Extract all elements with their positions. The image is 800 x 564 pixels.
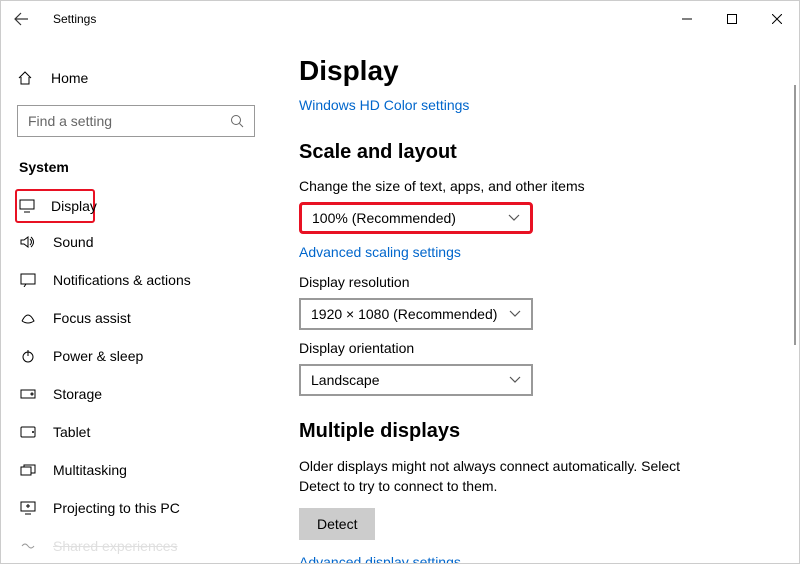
- sidebar-home-label: Home: [51, 70, 88, 86]
- scrollbar-thumb[interactable]: [794, 85, 796, 345]
- sidebar-item-label: Display: [51, 198, 97, 214]
- tablet-icon: [19, 423, 37, 441]
- size-value: 100% (Recommended): [312, 210, 456, 226]
- size-label: Change the size of text, apps, and other…: [299, 178, 771, 194]
- sidebar-item-multitasking[interactable]: Multitasking: [17, 451, 271, 489]
- scale-heading: Scale and layout: [299, 141, 771, 164]
- detect-button[interactable]: Detect: [299, 508, 375, 540]
- sidebar-item-label: Storage: [53, 386, 102, 402]
- search-placeholder: Find a setting: [28, 113, 112, 129]
- chevron-down-icon: [509, 310, 521, 318]
- hd-color-link[interactable]: Windows HD Color settings: [299, 97, 469, 113]
- sidebar-item-label: Projecting to this PC: [53, 500, 180, 516]
- sidebar-item-label: Notifications & actions: [53, 272, 191, 288]
- shared-icon: [19, 537, 37, 555]
- advanced-display-link[interactable]: Advanced display settings: [299, 554, 461, 563]
- sidebar-item-display[interactable]: Display: [15, 189, 95, 223]
- power-icon: [19, 347, 37, 365]
- sidebar-category: System: [17, 159, 271, 175]
- multiple-heading: Multiple displays: [299, 420, 771, 443]
- back-button[interactable]: [13, 11, 37, 27]
- resolution-value: 1920 × 1080 (Recommended): [311, 306, 497, 322]
- chevron-down-icon: [509, 376, 521, 384]
- sidebar: Home Find a setting System Display Sound: [1, 37, 271, 563]
- close-button[interactable]: [754, 4, 799, 34]
- search-input[interactable]: Find a setting: [17, 105, 255, 137]
- resolution-dropdown[interactable]: 1920 × 1080 (Recommended): [299, 298, 533, 330]
- sidebar-item-label: Focus assist: [53, 310, 131, 326]
- focus-icon: [19, 309, 37, 327]
- scrollbar[interactable]: [793, 85, 797, 559]
- sidebar-item-power[interactable]: Power & sleep: [17, 337, 271, 375]
- sidebar-item-label: Multitasking: [53, 462, 127, 478]
- orientation-label: Display orientation: [299, 340, 771, 356]
- sidebar-item-sound[interactable]: Sound: [17, 223, 271, 261]
- sidebar-item-label: Tablet: [53, 424, 90, 440]
- multitasking-icon: [19, 461, 37, 479]
- search-icon: [230, 114, 244, 128]
- sidebar-item-label: Shared experiences: [53, 538, 178, 554]
- sidebar-item-label: Power & sleep: [53, 348, 143, 364]
- orientation-value: Landscape: [311, 372, 380, 388]
- sidebar-item-shared[interactable]: Shared experiences: [17, 527, 271, 563]
- projecting-icon: [19, 499, 37, 517]
- page-title: Display: [299, 55, 771, 87]
- home-icon: [17, 70, 35, 86]
- sidebar-item-notifications[interactable]: Notifications & actions: [17, 261, 271, 299]
- storage-icon: [19, 385, 37, 403]
- notifications-icon: [19, 271, 37, 289]
- sidebar-home[interactable]: Home: [17, 59, 271, 97]
- size-dropdown[interactable]: 100% (Recommended): [299, 202, 533, 234]
- sound-icon: [19, 233, 37, 251]
- multiple-text: Older displays might not always connect …: [299, 457, 699, 496]
- minimize-button[interactable]: [664, 4, 709, 34]
- window-title: Settings: [53, 12, 96, 26]
- content-area: Display Windows HD Color settings Scale …: [271, 37, 799, 563]
- titlebar: Settings: [1, 1, 799, 37]
- sidebar-item-storage[interactable]: Storage: [17, 375, 271, 413]
- maximize-button[interactable]: [709, 4, 754, 34]
- sidebar-item-projecting[interactable]: Projecting to this PC: [17, 489, 271, 527]
- chevron-down-icon: [508, 214, 520, 222]
- sidebar-item-label: Sound: [53, 234, 93, 250]
- orientation-dropdown[interactable]: Landscape: [299, 364, 533, 396]
- display-icon: [19, 197, 35, 215]
- advanced-scaling-link[interactable]: Advanced scaling settings: [299, 244, 461, 260]
- sidebar-item-focus[interactable]: Focus assist: [17, 299, 271, 337]
- resolution-label: Display resolution: [299, 274, 771, 290]
- sidebar-item-tablet[interactable]: Tablet: [17, 413, 271, 451]
